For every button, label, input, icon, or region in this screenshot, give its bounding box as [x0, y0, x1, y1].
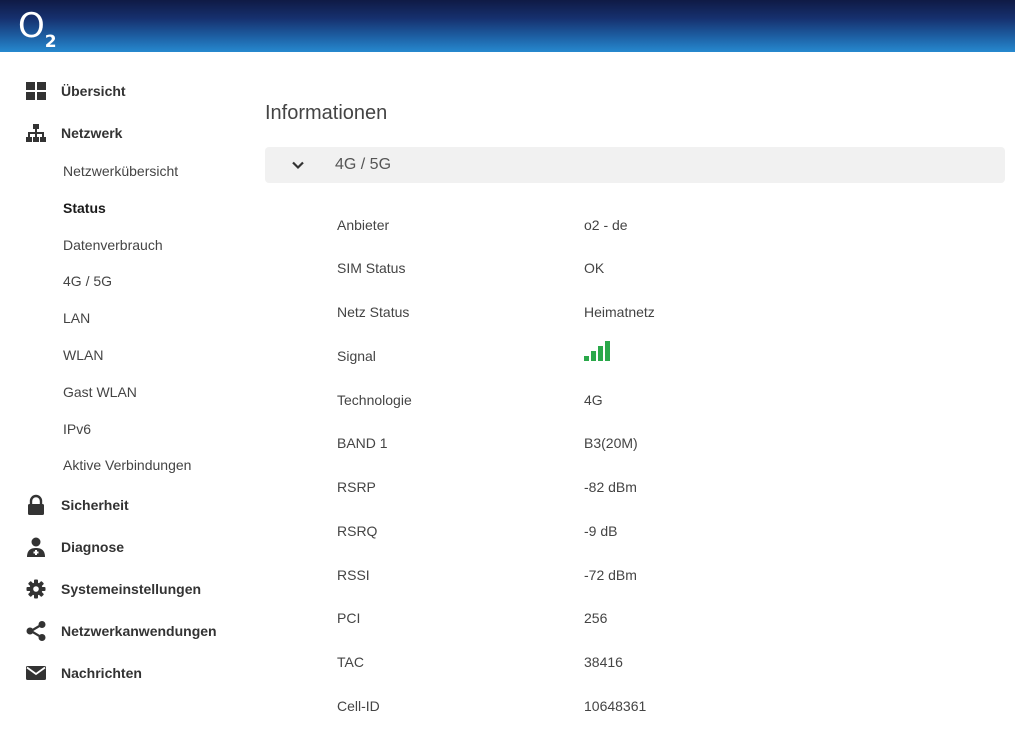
signal-bar	[584, 356, 589, 361]
signal-bar	[605, 341, 610, 361]
o2-logo[interactable]: O2	[18, 6, 57, 52]
info-row-cell-id: Cell-ID 10648361	[337, 698, 997, 718]
sidebar-subitem-ipv6[interactable]: IPv6	[63, 421, 91, 437]
signal-bar	[591, 351, 596, 361]
signal-bar	[598, 346, 603, 361]
info-label: RSRQ	[337, 523, 378, 539]
sidebar-subitem-status[interactable]: Status	[63, 200, 106, 216]
info-value: 256	[584, 610, 608, 626]
info-row-rssi: RSSI -72 dBm	[337, 567, 997, 587]
envelope-icon	[25, 662, 47, 684]
grid-icon	[25, 80, 47, 102]
sidebar-subitem-wlan[interactable]: WLAN	[63, 347, 103, 363]
info-value: -72 dBm	[584, 567, 637, 583]
info-label: RSSI	[337, 567, 370, 583]
sidebar-subitem-datenverbrauch[interactable]: Datenverbrauch	[63, 237, 163, 253]
info-row-rsrq: RSRQ -9 dB	[337, 523, 997, 543]
info-row-pci: PCI 256	[337, 610, 997, 630]
chevron-down-icon	[291, 158, 305, 172]
sidebar-item-label: Sicherheit	[61, 497, 129, 513]
sidebar-item-label: Übersicht	[61, 83, 126, 99]
logo-main: O	[18, 6, 45, 46]
gear-icon	[25, 578, 47, 600]
sidebar-subitem-netzwerkuebersicht[interactable]: Netzwerkübersicht	[63, 163, 178, 179]
sidebar-item-netzwerkanwendungen[interactable]: Netzwerkanwendungen	[25, 619, 217, 643]
info-value: -9 dB	[584, 523, 618, 539]
info-label: Netz Status	[337, 304, 410, 320]
info-row-signal: Signal	[337, 341, 997, 368]
info-row-anbieter: Anbieter o2 - de	[337, 217, 997, 237]
sidebar-subitem-gast-wlan[interactable]: Gast WLAN	[63, 384, 137, 400]
info-label: Cell-ID	[337, 698, 380, 714]
sidebar-item-label: Netzwerkanwendungen	[61, 623, 217, 639]
network-icon	[25, 122, 47, 144]
section-header-4g-5g[interactable]: 4G / 5G	[265, 147, 1005, 183]
sidebar-item-label: Netzwerk	[61, 125, 123, 141]
doctor-icon	[25, 536, 47, 558]
info-label: TAC	[337, 654, 364, 670]
lock-icon	[25, 494, 47, 516]
sidebar-item-sicherheit[interactable]: Sicherheit	[25, 493, 129, 517]
sidebar-subitem-lan[interactable]: LAN	[63, 310, 90, 326]
info-row-technologie: Technologie 4G	[337, 392, 997, 412]
info-value: OK	[584, 260, 605, 276]
section-label: 4G / 5G	[335, 156, 392, 173]
info-value: 38416	[584, 654, 623, 670]
info-label: BAND 1	[337, 435, 388, 451]
info-label: Signal	[337, 348, 376, 364]
sidebar-item-label: Nachrichten	[61, 665, 142, 681]
info-value: o2 - de	[584, 217, 628, 233]
info-value: 4G	[584, 392, 603, 408]
info-row-rsrp: RSRP -82 dBm	[337, 479, 997, 499]
info-value: 10648361	[584, 698, 647, 714]
info-value: B3(20M)	[584, 435, 638, 451]
info-value: Heimatnetz	[584, 304, 655, 320]
info-label: SIM Status	[337, 260, 406, 276]
sidebar-item-systemeinstellungen[interactable]: Systemeinstellungen	[25, 577, 201, 601]
info-value: -82 dBm	[584, 479, 637, 495]
info-label: Anbieter	[337, 217, 390, 233]
sidebar-subitem-4g-5g[interactable]: 4G / 5G	[63, 273, 112, 289]
info-label: Technologie	[337, 392, 412, 408]
sidebar-item-label: Diagnose	[61, 539, 125, 555]
info-row-tac: TAC 38416	[337, 654, 997, 674]
sidebar-item-diagnose[interactable]: Diagnose	[25, 535, 124, 559]
info-label: RSRP	[337, 479, 376, 495]
info-row-band-1: BAND 1 B3(20M)	[337, 435, 997, 455]
sidebar-item-nachrichten[interactable]: Nachrichten	[25, 661, 142, 685]
sidebar: Übersicht Netzwerk Netzwerkübersicht Sta…	[0, 52, 250, 733]
top-bar: O2	[0, 0, 1015, 52]
info-row-sim-status: SIM Status OK	[337, 260, 997, 280]
sidebar-item-netzwerk[interactable]: Netzwerk	[25, 121, 122, 145]
logo-sub: 2	[44, 32, 57, 52]
signal-strength-icon	[584, 339, 614, 361]
info-label: PCI	[337, 610, 361, 626]
share-icon	[25, 620, 47, 642]
info-row-netz-status: Netz Status Heimatnetz	[337, 304, 997, 324]
page-title: Informationen	[265, 102, 388, 124]
sidebar-item-uebersicht[interactable]: Übersicht	[25, 79, 126, 103]
sidebar-item-label: Systemeinstellungen	[61, 581, 202, 597]
sidebar-subitem-aktive-verbindungen[interactable]: Aktive Verbindungen	[63, 457, 191, 473]
